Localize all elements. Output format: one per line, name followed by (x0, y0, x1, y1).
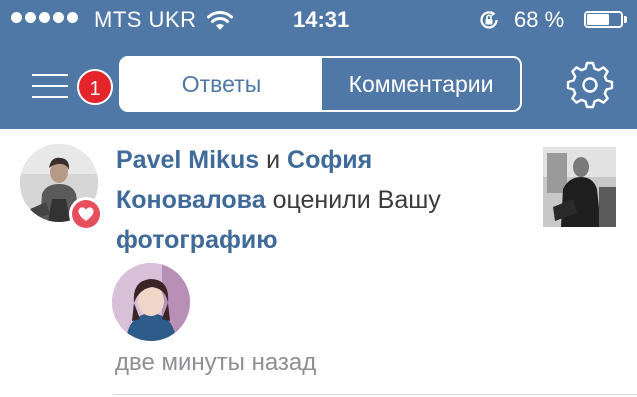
notification-item[interactable]: Pavel Mikus и София Коновалова оценили В… (0, 129, 637, 397)
conjunction-text: и (266, 146, 281, 174)
action-text: оценили Вашу (272, 186, 441, 214)
menu-icon (32, 74, 68, 76)
liker-avatar[interactable] (112, 263, 190, 341)
liker-avatar-photo (112, 263, 190, 341)
battery-percentage: 68 % (514, 7, 565, 32)
tab-comments[interactable]: Комментарии (322, 58, 520, 110)
notification-count-badge: 1 (77, 69, 113, 105)
rotation-lock-icon (480, 11, 498, 29)
notification-text: Pavel Mikus и София Коновалова оценили В… (116, 140, 516, 260)
photo-link[interactable]: фотографию (116, 226, 278, 254)
like-badge (69, 197, 103, 231)
signal-strength-icon (11, 12, 78, 23)
timestamp: две минуты назад (115, 349, 317, 376)
heart-icon (78, 207, 94, 221)
user-link-pavel[interactable]: Pavel Mikus (116, 146, 259, 174)
photo-thumbnail[interactable] (543, 147, 616, 227)
carrier-name: MTS UKR (94, 7, 197, 32)
clock: 14:31 (293, 7, 350, 32)
navigation-bar: 1 Ответы Комментарии (0, 44, 637, 129)
tab-answers[interactable]: Ответы (121, 58, 322, 110)
battery-icon (584, 11, 628, 29)
segmented-control: Ответы Комментарии (119, 56, 522, 112)
menu-button[interactable]: 1 (22, 66, 113, 106)
row-separator (113, 394, 637, 395)
notifications-screen: MTS UKR 14:31 68 % 1 Ответы Комментарии … (0, 0, 637, 397)
top-bar: MTS UKR 14:31 68 % 1 Ответы Комментарии (0, 0, 637, 129)
status-bar: MTS UKR 14:31 68 % (0, 0, 637, 44)
gear-icon[interactable] (565, 60, 615, 110)
photo-thumbnail-image (543, 147, 616, 227)
wifi-icon (207, 11, 233, 30)
